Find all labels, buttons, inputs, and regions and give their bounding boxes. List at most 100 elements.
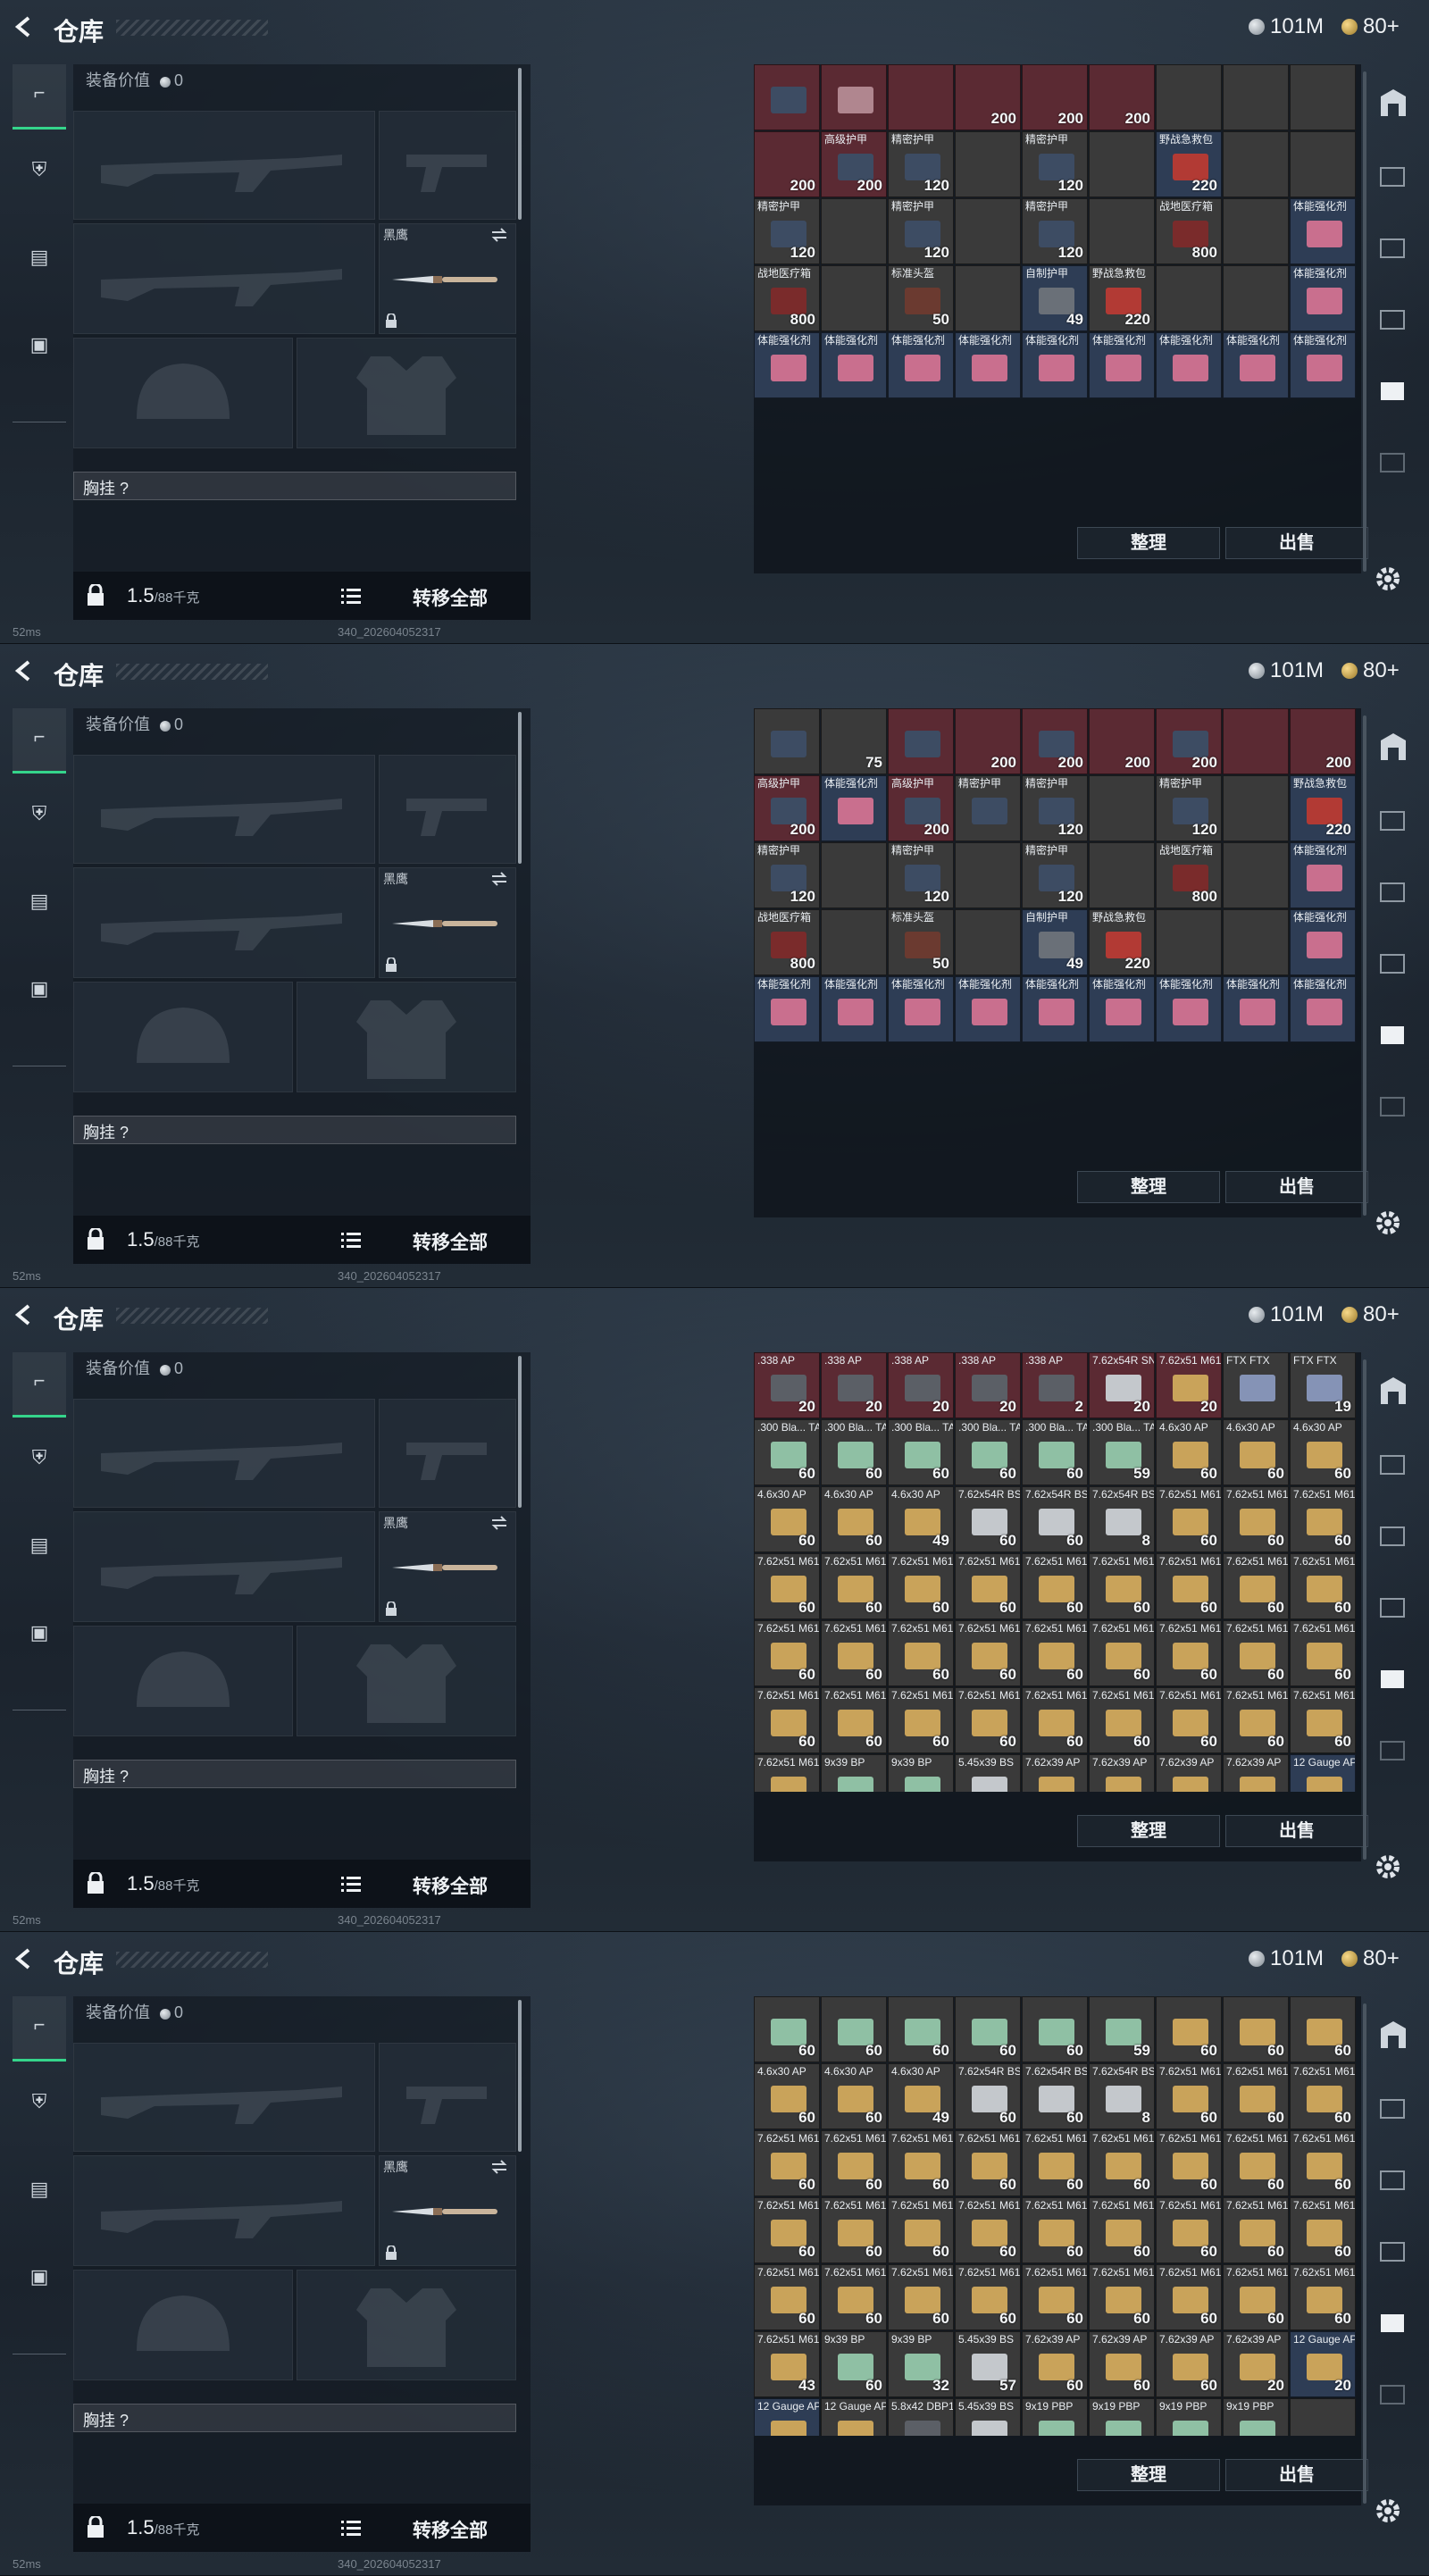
storage-item[interactable]: 体能强化剂 <box>1156 332 1222 398</box>
storage-item[interactable]: FTX FTX 19 <box>1290 1352 1356 1418</box>
storage-item[interactable]: 体能强化剂 <box>1223 332 1289 398</box>
storage-item[interactable]: 4.6x30 AP 60 <box>754 2063 820 2129</box>
storage-item[interactable]: 7.62x39 AP60 <box>1089 1754 1155 1792</box>
storage-item[interactable]: 7.62x51 M61 60 <box>1089 1687 1155 1753</box>
storage-item[interactable] <box>1223 775 1289 841</box>
storage-item[interactable]: 5.8x42 DBP1044 <box>888 2398 954 2436</box>
tab-weapons[interactable]: ⌐ <box>13 1996 66 2062</box>
back-arrow-icon[interactable] <box>13 658 36 683</box>
storage-item[interactable]: 精密护甲 120 <box>888 198 954 264</box>
storage-item[interactable]: .300 Bla... TAP 60 <box>888 1419 954 1485</box>
storage-item[interactable]: 60 <box>1290 1996 1356 2062</box>
primary-weapon-slot-2[interactable] <box>73 2155 375 2266</box>
storage-item[interactable]: 7.62x51 M61 60 <box>821 2130 887 2196</box>
storage-item[interactable]: .300 Bla... TAP 60 <box>1022 1419 1088 1485</box>
storage-page-icon[interactable] <box>1375 157 1411 193</box>
storage-item[interactable]: 7.62x51 M61 60 <box>1156 2130 1222 2196</box>
sell-button[interactable]: 出售 <box>1225 527 1368 559</box>
storage-item[interactable] <box>821 64 887 130</box>
sell-button[interactable]: 出售 <box>1225 1171 1368 1203</box>
storage-page-icon[interactable] <box>1375 801 1411 837</box>
settings-gear-icon[interactable] <box>1374 565 1402 593</box>
chest-rig-slot[interactable]: 胸挂 ? <box>73 1760 516 1788</box>
storage-item[interactable]: 4.6x30 AP 60 <box>821 1486 887 1552</box>
storage-item[interactable]: 200 <box>955 708 1021 774</box>
storage-item[interactable]: 7.62x51 M61 60 <box>1022 1687 1088 1753</box>
primary-weapon-slot[interactable] <box>73 2043 375 2152</box>
storage-item[interactable]: 野战急救包 220 <box>1089 909 1155 975</box>
swap-icon[interactable] <box>490 228 508 242</box>
sort-button[interactable]: 整理 <box>1077 1815 1220 1847</box>
storage-item[interactable]: 7.62x39 AP60 <box>1156 1754 1222 1792</box>
storage-item[interactable]: 9x39 BP60 <box>821 1754 887 1792</box>
storage-item[interactable] <box>1156 265 1222 331</box>
storage-item[interactable]: 9x19 PBP60 <box>1022 2398 1088 2436</box>
storage-item[interactable] <box>955 131 1021 197</box>
storage-item[interactable]: 精密护甲 <box>955 775 1021 841</box>
storage-item[interactable]: 体能强化剂 <box>754 332 820 398</box>
storage-item[interactable]: 体能强化剂 <box>1223 976 1289 1042</box>
storage-item[interactable]: 7.62x51 M61 60 <box>888 2197 954 2263</box>
storage-item[interactable]: .300 Bla... TAP 60 <box>754 1419 820 1485</box>
list-icon[interactable] <box>341 1232 361 1248</box>
storage-item[interactable]: 5.45x39 BS57 <box>955 1754 1021 1792</box>
storage-item[interactable] <box>1089 775 1155 841</box>
helmet-slot[interactable] <box>73 338 293 448</box>
tab-weapons[interactable]: ⌐ <box>13 1352 66 1418</box>
storage-item[interactable]: FTX FTX <box>1223 1352 1289 1418</box>
tab-tasks[interactable]: ▤ <box>13 2161 66 2223</box>
storage-page-icon[interactable] <box>1375 229 1411 264</box>
transfer-all-button[interactable]: 转移全部 <box>413 2516 488 2543</box>
storage-item[interactable]: 7.62x39 AP60 <box>1089 2331 1155 2397</box>
body-armor-slot[interactable] <box>297 982 516 1092</box>
melee-slot[interactable]: 黑鹰 <box>379 223 516 334</box>
storage-item[interactable]: .338 AP 2 <box>1022 1352 1088 1418</box>
storage-item[interactable]: 5.45x39 BS6 <box>955 2398 1021 2436</box>
storage-item[interactable] <box>1089 198 1155 264</box>
storage-item[interactable]: 200 <box>1290 708 1356 774</box>
storage-item[interactable]: 体能强化剂 <box>1290 909 1356 975</box>
storage-item[interactable]: .338 AP 20 <box>754 1352 820 1418</box>
swap-icon[interactable] <box>490 872 508 886</box>
storage-item[interactable]: 7.62x51 M61 60 <box>1089 2130 1155 2196</box>
primary-weapon-slot-2[interactable] <box>73 223 375 334</box>
storage-item[interactable]: 7.62x54R SNB 20 <box>1089 1352 1155 1418</box>
storage-item[interactable]: 9x19 PBP52 <box>1089 2398 1155 2436</box>
storage-page-icon[interactable] <box>1375 2375 1411 2411</box>
storage-item[interactable]: 7.62x51 M61 60 <box>1156 1687 1222 1753</box>
chest-rig-slot[interactable]: 胸挂 ? <box>73 472 516 500</box>
storage-item[interactable] <box>1223 198 1289 264</box>
equipment-scrollbar[interactable] <box>518 712 522 864</box>
storage-item[interactable]: 体能强化剂 <box>1290 198 1356 264</box>
storage-page-icon[interactable] <box>1375 1731 1411 1767</box>
storage-item[interactable]: 精密护甲 120 <box>888 842 954 908</box>
storage-item[interactable] <box>888 64 954 130</box>
storage-item[interactable]: 7.62x54R BS 60 <box>955 2063 1021 2129</box>
storage-item[interactable]: 7.62x51 M61 60 <box>821 1553 887 1619</box>
storage-item[interactable]: 精密护甲 120 <box>1022 198 1088 264</box>
storage-item[interactable]: 9x39 BP32 <box>888 1754 954 1792</box>
storage-page-icon[interactable] <box>1375 1087 1411 1123</box>
storage-item[interactable]: 7.62x51 M61 60 <box>955 2130 1021 2196</box>
storage-item[interactable]: 7.62x51 M61 60 <box>1156 2197 1222 2263</box>
storage-item[interactable]: 精密护甲 120 <box>888 131 954 197</box>
storage-item[interactable]: 7.62x51 M61 60 <box>1089 2264 1155 2330</box>
storage-item[interactable]: 7.62x51 M61 60 <box>1156 2063 1222 2129</box>
tab-armor[interactable]: ⛨ <box>13 785 66 848</box>
storage-item[interactable]: 体能强化剂 <box>754 976 820 1042</box>
storage-item[interactable]: 60 <box>821 1996 887 2062</box>
storage-item[interactable]: 200 <box>754 131 820 197</box>
storage-item[interactable] <box>888 708 954 774</box>
storage-item[interactable]: 体能强化剂 <box>955 332 1021 398</box>
storage-item[interactable]: 59 <box>1089 1996 1155 2062</box>
storage-item[interactable]: 7.62x51 M61 60 <box>1022 1620 1088 1686</box>
storage-item[interactable]: 7.62x51 M61 60 <box>955 2264 1021 2330</box>
storage-item[interactable]: 7.62x51 M61 60 <box>1290 1620 1356 1686</box>
storage-item[interactable]: 7.62x51 M61 43 <box>754 2331 820 2397</box>
storage-item[interactable]: 体能强化剂 <box>1022 976 1088 1042</box>
storage-item[interactable]: 7.62x51 M61 60 <box>1022 1553 1088 1619</box>
swap-icon[interactable] <box>490 2160 508 2174</box>
primary-weapon-slot-2[interactable] <box>73 1511 375 1622</box>
storage-item[interactable]: 12 Gauge AP20 <box>1290 1754 1356 1792</box>
storage-item[interactable]: 7.62x51 M61 60 <box>1290 2063 1356 2129</box>
